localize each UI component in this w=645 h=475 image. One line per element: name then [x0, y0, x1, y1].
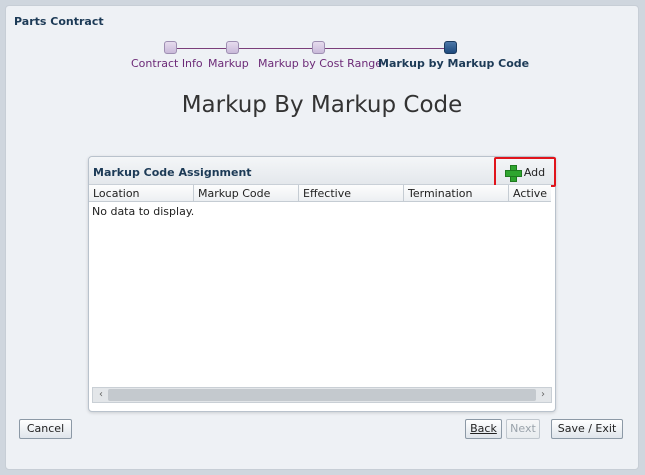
train-stop-markup[interactable]: [226, 41, 239, 54]
table-header: Location Markup Code Effective Terminati…: [89, 185, 551, 202]
column-header-markup-code[interactable]: Markup Code: [194, 185, 299, 201]
scroll-thumb[interactable]: [108, 389, 536, 401]
column-header-location[interactable]: Location: [89, 185, 194, 201]
train-label-markup-by-markup-code: Markup by Markup Code: [378, 57, 530, 70]
train-label-markup-by-cost-range[interactable]: Markup by Cost Range: [258, 57, 382, 70]
scroll-left-icon[interactable]: ‹: [93, 388, 109, 402]
panel-title: Markup Code Assignment: [93, 166, 252, 179]
process-train: Contract Info Markup Markup by Cost Rang…: [6, 6, 638, 86]
back-button[interactable]: Back: [465, 419, 502, 439]
train-label-markup[interactable]: Markup: [208, 57, 249, 70]
panel-header: Markup Code Assignment: [89, 157, 555, 185]
train-connector: [170, 48, 450, 49]
column-header-effective[interactable]: Effective: [299, 185, 404, 201]
horizontal-scrollbar[interactable]: ‹ ›: [92, 387, 552, 403]
column-header-active[interactable]: Active: [509, 185, 551, 201]
plus-icon: [504, 164, 522, 182]
page-title: Markup By Markup Code: [181, 92, 463, 118]
save-exit-button[interactable]: Save / Exit: [551, 419, 623, 439]
parts-contract-window: Parts Contract Contract Info Markup Mark…: [5, 5, 639, 470]
add-button[interactable]: Add: [494, 157, 556, 187]
column-header-termination[interactable]: Termination: [404, 185, 509, 201]
empty-table-message: No data to display.: [92, 205, 195, 218]
next-button: Next: [506, 419, 540, 439]
scroll-right-icon[interactable]: ›: [535, 388, 551, 402]
train-label-contract-info[interactable]: Contract Info: [131, 57, 203, 70]
train-stop-markup-by-cost-range[interactable]: [312, 41, 325, 54]
cancel-button[interactable]: Cancel: [19, 419, 72, 439]
train-stop-markup-by-markup-code: [444, 41, 457, 54]
markup-code-assignment-panel: Markup Code Assignment Add Location Mark…: [88, 156, 556, 412]
train-stop-contract-info[interactable]: [164, 41, 177, 54]
add-button-label: Add: [523, 165, 546, 179]
